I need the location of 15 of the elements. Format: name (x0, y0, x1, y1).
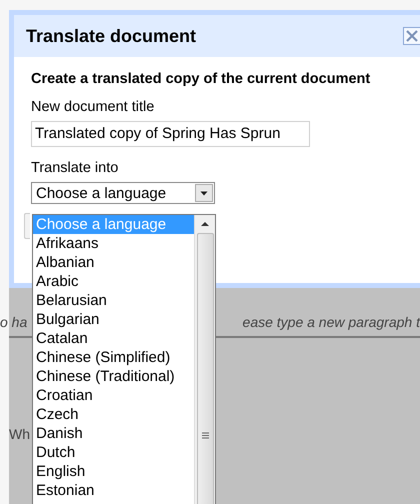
grip-icon (202, 432, 208, 439)
button[interactable] (24, 213, 30, 239)
title-field[interactable]: Translated copy of Spring Has Sprun (31, 121, 310, 147)
field-label: New document title (31, 99, 154, 115)
close-icon[interactable] (403, 27, 420, 45)
scroll-thumb[interactable] (196, 233, 214, 504)
language-select[interactable]: Choose a language (31, 182, 215, 204)
dialog-heading: Create a translated copy of the current document (31, 71, 370, 87)
dropdown-icon (195, 184, 213, 202)
dialog-title: Translate document (26, 26, 196, 46)
scrollbar[interactable] (194, 215, 215, 504)
field-label: Translate into (31, 160, 118, 176)
document-text: Wh (9, 426, 30, 442)
document-text: ease type a new paragraph t (242, 314, 420, 330)
document-text: o ha (0, 314, 28, 330)
